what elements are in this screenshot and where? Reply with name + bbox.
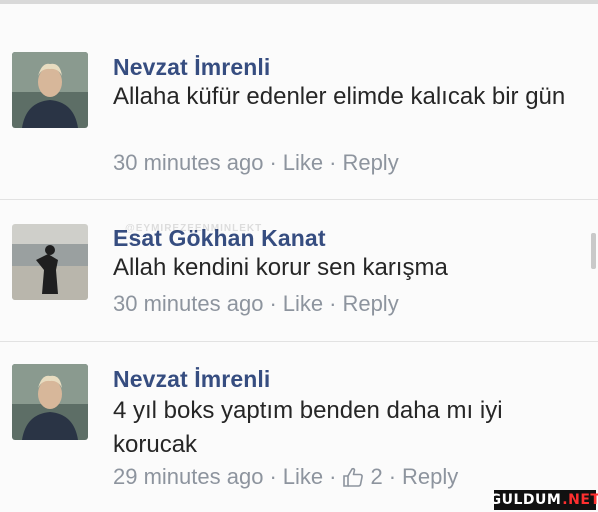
comment-author[interactable]: Nevzat İmrenli: [113, 366, 270, 393]
top-border: [0, 0, 598, 4]
comment-text: Allaha küfür edenler elimde kalıcak bir …: [113, 83, 566, 110]
like-link[interactable]: Like: [283, 464, 323, 490]
comment-thread: Nevzat İmrenli Allaha küfür edenler elim…: [0, 0, 598, 512]
separator-dot: ·: [269, 291, 277, 316]
comment-author[interactable]: Nevzat İmrenli: [113, 54, 270, 81]
separator-dot: ·: [269, 150, 277, 175]
like-link[interactable]: Like: [283, 291, 323, 317]
comment-text: Allah kendini korur sen karışma: [113, 254, 448, 281]
scrollbar[interactable]: [591, 233, 596, 269]
thumbs-up-icon[interactable]: [342, 466, 364, 488]
separator-dot: ·: [388, 464, 397, 489]
comment-meta: 29 minutes ago · Like · 2 · Reply: [113, 464, 458, 490]
divider: [0, 341, 598, 342]
separator-dot: ·: [329, 150, 337, 175]
like-link[interactable]: Like: [283, 150, 323, 176]
reply-link[interactable]: Reply: [342, 150, 398, 176]
comment-meta: 30 minutes ago · Like · Reply: [113, 291, 399, 317]
avatar[interactable]: [12, 224, 88, 300]
comment-time[interactable]: 30 minutes ago: [113, 291, 263, 317]
logo-text: GULDUM: [489, 492, 562, 508]
separator-dot: ·: [329, 291, 337, 316]
reply-link[interactable]: Reply: [402, 464, 458, 490]
comment-time[interactable]: 29 minutes ago: [113, 464, 263, 490]
like-count[interactable]: 2: [370, 464, 382, 490]
reply-link[interactable]: Reply: [342, 291, 398, 317]
comment-meta: 30 minutes ago · Like · Reply: [113, 150, 399, 176]
separator-dot: ·: [269, 464, 277, 489]
comment-time[interactable]: 30 minutes ago: [113, 150, 263, 176]
separator-dot: ·: [329, 464, 337, 489]
comment-text: 4 yıl boks yaptım benden daha mı iyi kor…: [113, 397, 503, 458]
watermark-text: @EYMIREZEENMINLEKT: [125, 223, 263, 234]
avatar[interactable]: [12, 364, 88, 440]
logo-suffix: .NET: [562, 492, 598, 508]
avatar[interactable]: [12, 52, 88, 128]
divider: [0, 199, 598, 200]
site-logo: GULDUM .NET: [490, 490, 598, 510]
